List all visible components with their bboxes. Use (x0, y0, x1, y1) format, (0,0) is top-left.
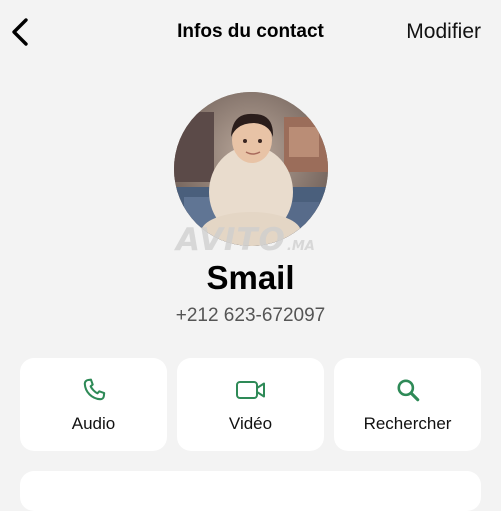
chevron-left-icon (12, 18, 28, 46)
audio-label: Audio (71, 414, 116, 433)
header-bar: Infos du contact Modifier (0, 0, 501, 66)
back-button[interactable] (6, 14, 34, 50)
contact-phone: +212 623-672097 (175, 305, 326, 326)
info-card (20, 471, 481, 511)
contact-name: Smail (206, 259, 295, 296)
edit-button[interactable]: Modifier (406, 19, 481, 45)
phone-icon (83, 378, 105, 401)
audio-call-button[interactable]: Audio (20, 358, 167, 451)
search-label: Rechercher (363, 414, 452, 433)
video-camera-icon (235, 381, 265, 399)
video-call-button[interactable]: Vidéo (177, 358, 324, 451)
search-icon (396, 379, 419, 402)
video-label: Vidéo (228, 414, 273, 433)
search-button[interactable]: Rechercher (334, 358, 481, 451)
